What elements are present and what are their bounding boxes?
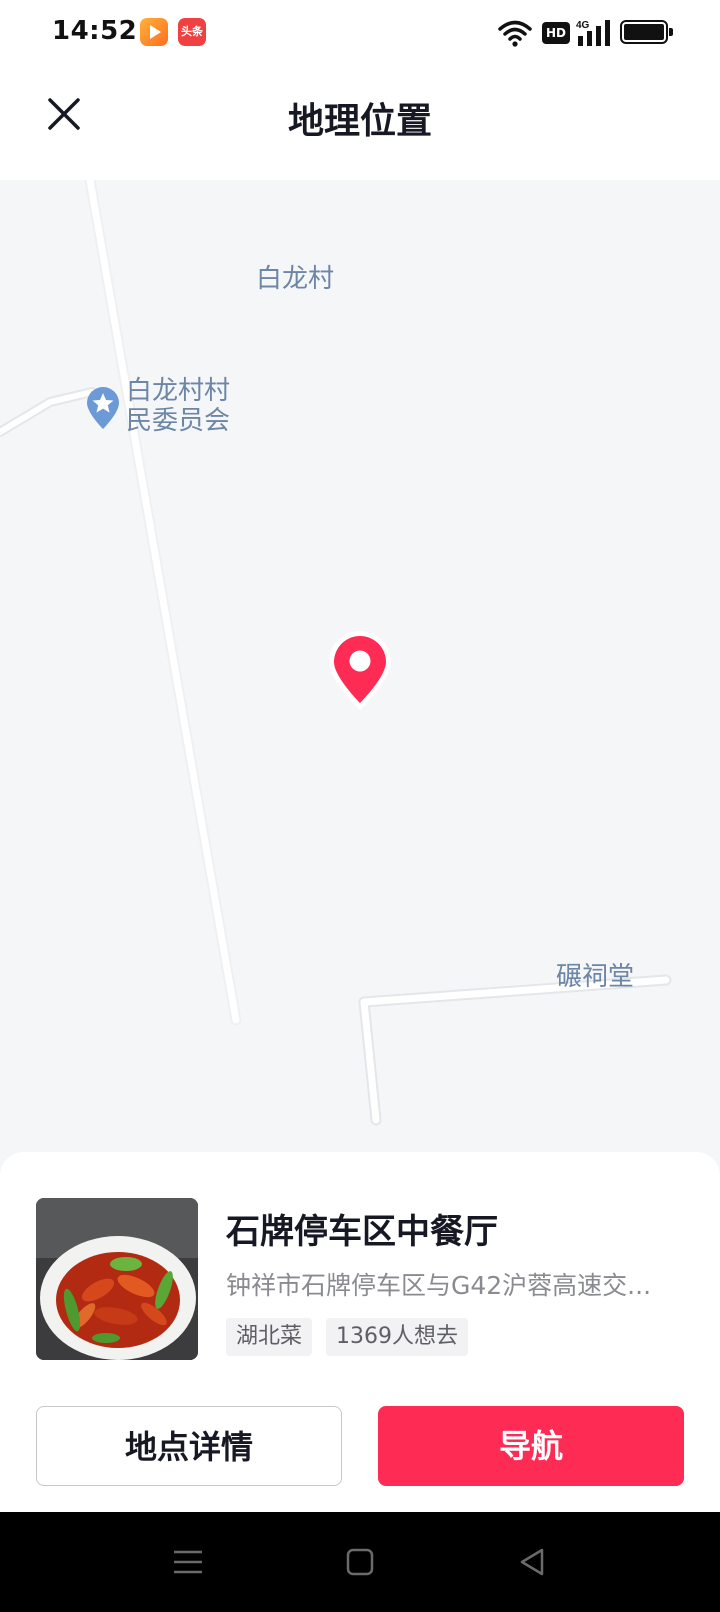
home-button[interactable]: [340, 1542, 380, 1582]
place-address: 钟祥市石牌停车区与G42沪蓉高速交...: [226, 1271, 652, 1300]
map-label-village: 白龙村: [256, 264, 335, 294]
status-bar: 14:52 头条 HD 4G: [0, 0, 720, 66]
place-thumbnail[interactable]: [36, 1198, 198, 1360]
map-label-hall: 碾祠堂: [556, 962, 635, 992]
place-detail-button[interactable]: 地点详情: [36, 1406, 342, 1486]
location-pin-icon: [324, 628, 396, 714]
wifi-icon: [498, 18, 532, 48]
back-icon: [520, 1548, 544, 1576]
navigate-button[interactable]: 导航: [378, 1406, 684, 1486]
committee-line-2: 民委员会: [126, 406, 231, 436]
news-app-icon: 头条: [178, 18, 206, 46]
system-nav-bar: [0, 1512, 720, 1612]
battery-icon: [620, 20, 673, 44]
crayfish-dish-photo: [36, 1198, 198, 1360]
star-poi-icon[interactable]: [84, 385, 122, 431]
place-name: 石牌停车区中餐厅: [226, 1212, 498, 1252]
network-type-label: 4G: [576, 20, 590, 31]
menu-button[interactable]: [168, 1542, 208, 1582]
cuisine-tag: 湖北菜: [226, 1318, 313, 1356]
menu-icon: [174, 1550, 202, 1574]
map-view[interactable]: 白龙村 白龙村村 民委员会 碾祠堂: [0, 180, 720, 1180]
back-button[interactable]: [512, 1542, 552, 1582]
hd-icon: HD: [542, 22, 570, 44]
signal-icon: 4G: [576, 18, 616, 48]
popularity-tag: 1369人想去: [326, 1318, 469, 1356]
status-time: 14:52: [52, 16, 138, 46]
place-card: 石牌停车区中餐厅 钟祥市石牌停车区与G42沪蓉高速交... 湖北菜 1369人想…: [0, 1152, 720, 1512]
video-app-icon: [140, 18, 168, 46]
home-icon: [346, 1548, 374, 1576]
page-title: 地理位置: [287, 101, 432, 142]
place-tags: 湖北菜 1369人想去: [226, 1318, 469, 1356]
committee-line-1: 白龙村村: [126, 376, 231, 406]
header: 地理位置: [0, 66, 720, 180]
map-label-committee: 白龙村村 民委员会: [126, 376, 230, 436]
